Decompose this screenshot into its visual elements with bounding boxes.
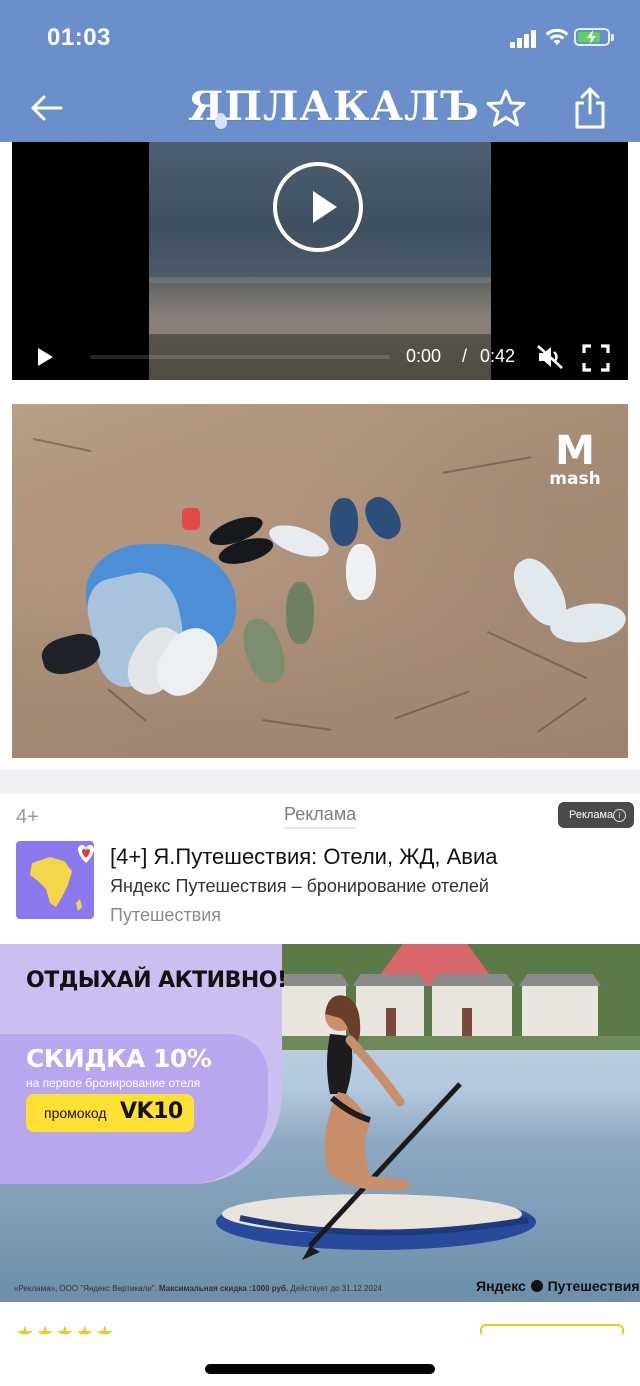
brand-left: Яндекс xyxy=(476,1278,526,1294)
time-separator: / xyxy=(462,346,468,366)
sneaker xyxy=(265,519,333,563)
share-button[interactable] xyxy=(566,84,614,132)
status-time: 01:03 xyxy=(47,24,111,51)
bottle xyxy=(182,508,200,530)
brand-mark-icon xyxy=(530,1280,543,1292)
ad-subtitle: Яндекс Путешествия – бронирование отелей xyxy=(110,876,489,896)
legal-disclaimer: «Реклама», ООО "Яндекс Вертикали". Макси… xyxy=(14,1284,382,1293)
home-indicator[interactable] xyxy=(205,1364,435,1374)
ad-label: Реклама xyxy=(284,804,357,829)
battery-icon xyxy=(574,28,610,46)
wifi-icon xyxy=(545,28,569,45)
legal-suffix: Действует до 31.12.2024 xyxy=(290,1284,382,1293)
app-icon[interactable] xyxy=(16,841,94,919)
age-rating: 4+ xyxy=(16,806,39,828)
news-photo[interactable]: M mash xyxy=(12,404,628,758)
fullscreen-icon[interactable] xyxy=(582,344,610,372)
promo-code: VK10 xyxy=(120,1099,183,1124)
duration: 0:42 xyxy=(480,346,516,366)
legal-prefix: «Реклама», ООО "Яндекс Вертикали". xyxy=(14,1284,157,1293)
play-button[interactable] xyxy=(36,347,56,367)
mash-watermark: M mash xyxy=(548,428,602,489)
big-play-button[interactable] xyxy=(273,162,363,252)
shoe xyxy=(236,614,292,688)
section-separator xyxy=(0,770,640,794)
ad-badge-label: Реклама xyxy=(569,809,614,821)
brand-right: Путешествия xyxy=(547,1278,640,1294)
favorite-button[interactable] xyxy=(482,84,530,132)
star-outline-icon xyxy=(486,89,526,127)
battery-tip xyxy=(611,34,614,41)
ad-category: Путешествия xyxy=(110,905,222,925)
africa-map-icon xyxy=(30,845,94,911)
dark-cloth xyxy=(38,629,104,679)
ad-banner[interactable]: ОТДЫХАЙ АКТИВНО! СКИДКА 10% на первое бр… xyxy=(0,944,640,1302)
ad-title[interactable]: [4+] Я.Путешествия: Отели, ЖД, Авиа xyxy=(110,844,498,870)
current-time: 0:00 xyxy=(406,346,442,366)
mute-icon[interactable] xyxy=(536,344,564,370)
slide xyxy=(359,491,407,545)
info-icon: i xyxy=(613,809,626,822)
ad-block: 4+ Реклама Реклама i [4+] Я.Путешествия:… xyxy=(0,794,640,1354)
shoe xyxy=(286,582,314,644)
back-arrow-icon xyxy=(31,95,63,121)
bottom-area xyxy=(0,1334,640,1386)
promo-code-badge: промокод VK10 xyxy=(26,1094,194,1132)
banner-discount: СКИДКА 10% xyxy=(26,1044,212,1073)
promo-label: промокод xyxy=(44,1105,107,1121)
banner-discount-note: на первое бронирование отеля xyxy=(26,1076,201,1090)
slide xyxy=(330,498,358,546)
site-logo[interactable]: ЯПЛАКАЛЪ xyxy=(188,82,479,132)
video-player[interactable]: 0:00 / 0:42 xyxy=(12,142,628,380)
share-icon xyxy=(575,87,605,129)
mash-wordmark: mash xyxy=(549,469,601,489)
signal-icon xyxy=(510,28,538,48)
top-bar: 01:03 ЯПЛАКАЛЪ xyxy=(0,0,640,142)
back-button[interactable] xyxy=(22,84,70,132)
brand-logo: Яндекс Путешествия xyxy=(476,1278,640,1294)
banner-slogan: ОТДЫХАЙ АКТИВНО! xyxy=(26,968,287,993)
video-controls: 0:00 / 0:42 xyxy=(12,334,628,380)
sneaker xyxy=(346,544,376,600)
mash-logo-icon: M xyxy=(555,428,595,474)
logo-drop xyxy=(215,113,227,129)
ad-badge[interactable]: Реклама i xyxy=(558,802,634,828)
status-icons xyxy=(510,26,614,52)
progress-bar[interactable] xyxy=(90,355,390,359)
legal-bold: Максимальная скидка :1000 руб. xyxy=(159,1284,289,1293)
